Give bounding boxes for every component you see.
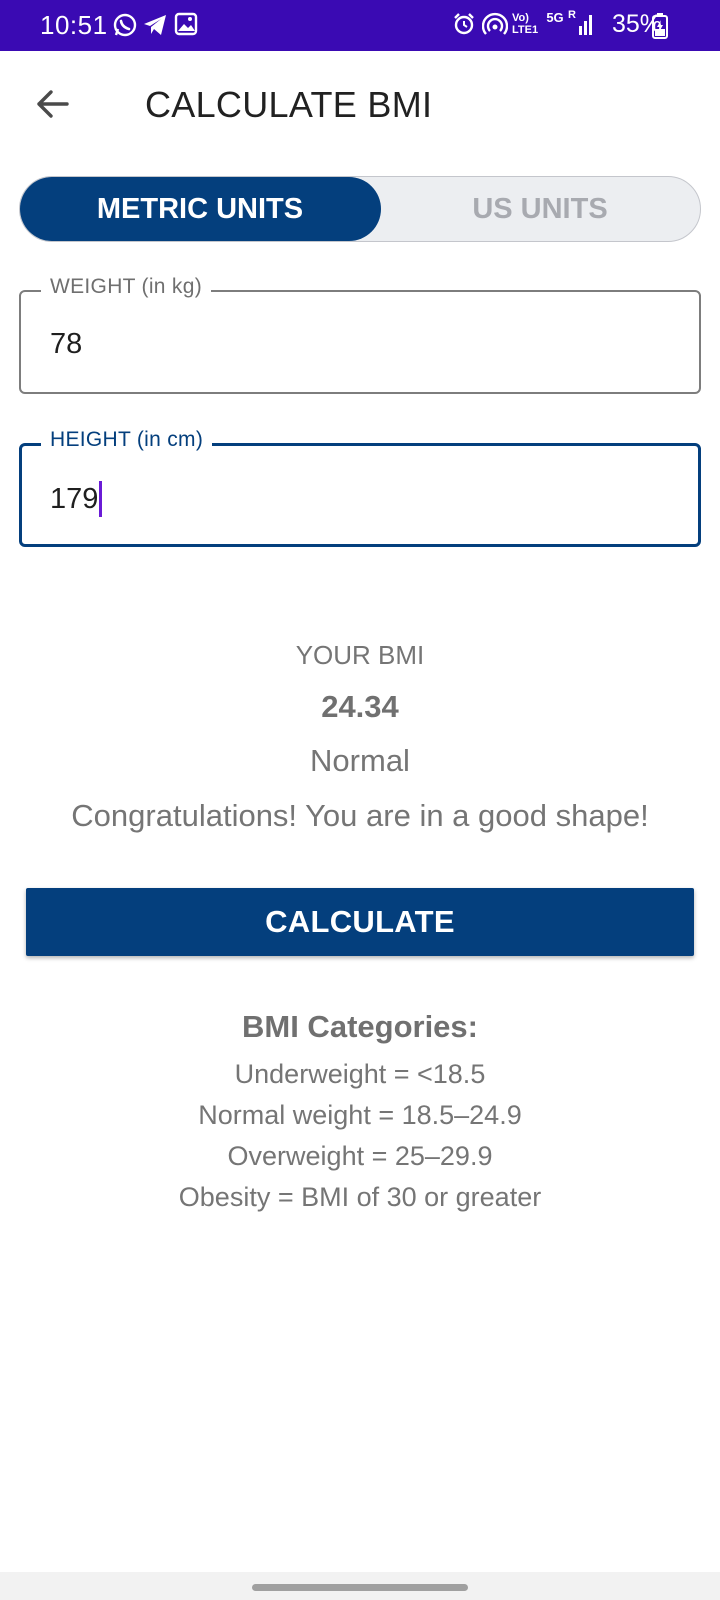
weight-input-value[interactable]: 78 bbox=[50, 328, 82, 361]
calculate-button[interactable]: CALCULATE bbox=[26, 888, 694, 956]
category-overweight: Overweight = 25–29.9 bbox=[227, 1141, 493, 1171]
volte-icon: Vo) LTE1 bbox=[512, 12, 539, 36]
gallery-icon bbox=[174, 12, 198, 36]
bmi-categories-list: Underweight = <18.5 Normal weight = 18.5… bbox=[0, 1054, 720, 1218]
weight-field-label: WEIGHT (in kg) bbox=[41, 275, 211, 299]
home-gesture-handle[interactable] bbox=[252, 1584, 468, 1591]
telegram-icon bbox=[142, 12, 168, 38]
category-obesity: Obesity = BMI of 30 or greater bbox=[178, 1182, 542, 1212]
hotspot-icon bbox=[482, 12, 508, 38]
alarm-icon bbox=[452, 12, 476, 36]
bmi-result-status: Normal bbox=[310, 743, 410, 778]
height-field-label: HEIGHT (in cm) bbox=[41, 428, 213, 452]
status-time: 10:51 bbox=[40, 10, 108, 40]
metric-units-tab[interactable]: METRIC UNITS bbox=[20, 177, 381, 241]
height-input[interactable]: 179 bbox=[50, 481, 103, 517]
signal-icon: R bbox=[568, 9, 594, 37]
category-underweight: Underweight = <18.5 bbox=[234, 1059, 486, 1089]
us-units-tab[interactable]: US UNITS bbox=[380, 177, 700, 241]
height-input-value: 179 bbox=[50, 482, 99, 515]
category-normal: Normal weight = 18.5–24.9 bbox=[198, 1100, 522, 1130]
weight-field[interactable]: WEIGHT (in kg) 78 bbox=[19, 275, 701, 394]
height-field[interactable]: HEIGHT (in cm) 179 bbox=[19, 428, 701, 547]
units-toggle: US UNITS METRIC UNITS bbox=[19, 176, 701, 242]
5g-icon: 5G bbox=[546, 10, 564, 25]
bmi-categories-title: BMI Categories: bbox=[242, 1009, 478, 1044]
arrow-back-icon bbox=[35, 89, 69, 124]
navigation-bar bbox=[0, 1572, 720, 1600]
bmi-result-value: 24.34 bbox=[321, 689, 399, 724]
status-bar: 10:51 Vo) LTE1 5G R 35% bbox=[0, 0, 720, 51]
back-button[interactable] bbox=[28, 82, 76, 130]
page-title: CALCULATE BMI bbox=[145, 84, 433, 125]
signal-roaming-label: R bbox=[568, 9, 576, 21]
text-cursor bbox=[99, 481, 103, 517]
bmi-result-message: Congratulations! You are in a good shape… bbox=[71, 798, 649, 833]
battery-icon bbox=[652, 13, 668, 39]
whatsapp-icon bbox=[112, 12, 138, 38]
bmi-result-label: YOUR BMI bbox=[295, 640, 425, 670]
